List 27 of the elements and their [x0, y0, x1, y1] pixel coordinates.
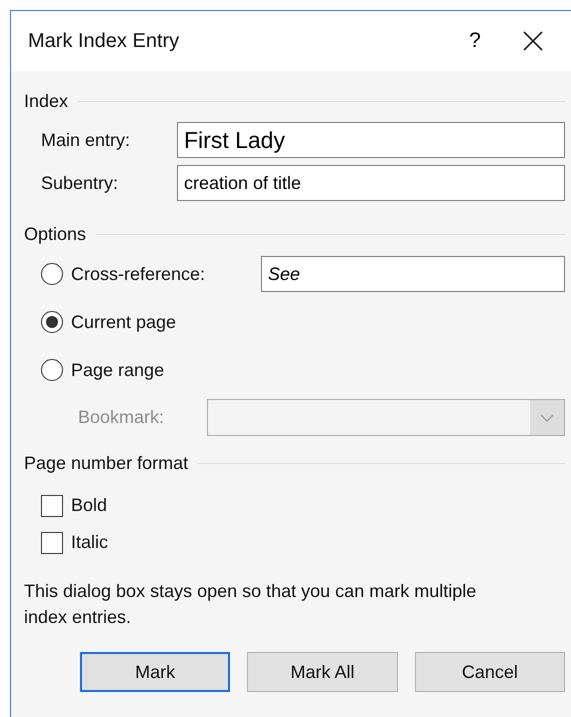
text-field[interactable]: creation of title — [177, 165, 565, 201]
dialog-button[interactable]: Cancel — [414, 652, 565, 692]
radio-button[interactable] — [41, 311, 63, 333]
option-label: Page range — [71, 358, 164, 382]
close-icon[interactable] — [522, 30, 544, 52]
text-field[interactable]: See — [261, 256, 565, 292]
field-label: Subentry: — [41, 172, 120, 195]
note-text: This dialog box stays open so that you can mark multiple index entries. — [23, 580, 478, 630]
radio-button[interactable] — [41, 263, 63, 285]
option-label: Cross-reference: — [71, 262, 206, 286]
dialog-button[interactable]: Mark All — [247, 652, 398, 692]
group-heading: Page number format — [24, 452, 188, 475]
radio-button[interactable] — [41, 359, 63, 381]
checkbox-label: Bold — [71, 494, 108, 517]
field-label: Main entry: — [41, 128, 132, 152]
checkbox[interactable] — [41, 494, 63, 516]
text-field[interactable]: First Lady — [177, 122, 565, 158]
group-heading: Options — [24, 222, 86, 246]
checkbox-label: Italic — [71, 531, 108, 554]
option-label: Current page — [71, 310, 176, 334]
help-button[interactable]: ? — [455, 25, 495, 57]
window-title: Mark Index Entry — [28, 29, 180, 54]
field-label: Bookmark: — [78, 406, 166, 429]
group-heading: Index — [24, 90, 68, 112]
caret-icon — [530, 400, 564, 435]
dialog-button[interactable]: Mark — [80, 652, 230, 692]
checkbox[interactable] — [41, 532, 63, 554]
